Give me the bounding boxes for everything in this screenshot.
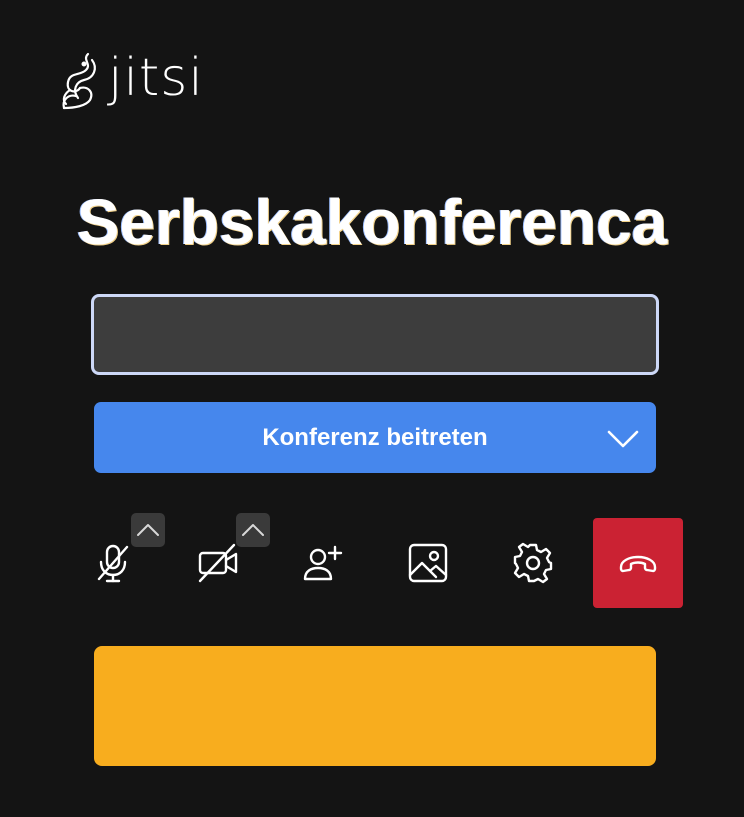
- chevron-up-icon: [242, 524, 264, 536]
- chevron-up-icon: [137, 524, 159, 536]
- join-meeting-button[interactable]: Konferenz beitreten: [94, 402, 656, 473]
- notice-banner: [94, 646, 656, 766]
- jitsi-logo-text: jitsi: [108, 48, 204, 108]
- room-title: Serbskakonferenca: [76, 186, 668, 258]
- audio-settings-caret[interactable]: [131, 513, 165, 547]
- jitsi-logo-icon: [62, 52, 96, 110]
- settings-button[interactable]: [488, 518, 578, 608]
- settings-gear-icon: [513, 542, 553, 584]
- invite-person-icon: [303, 545, 343, 581]
- join-meeting-label: Konferenz beitreten: [262, 423, 488, 451]
- background-image-icon: [408, 543, 448, 583]
- chevron-down-icon[interactable]: [606, 424, 640, 452]
- hangup-button[interactable]: [593, 518, 683, 608]
- video-settings-caret[interactable]: [236, 513, 270, 547]
- virtual-background-button[interactable]: [383, 518, 473, 608]
- microphone-off-icon: [97, 544, 129, 583]
- jitsi-logo: jitsi: [58, 50, 204, 112]
- display-name-input[interactable]: [91, 294, 659, 375]
- invite-people-button[interactable]: [278, 518, 368, 608]
- hangup-phone-icon: [619, 555, 657, 573]
- camera-off-icon: [198, 543, 238, 583]
